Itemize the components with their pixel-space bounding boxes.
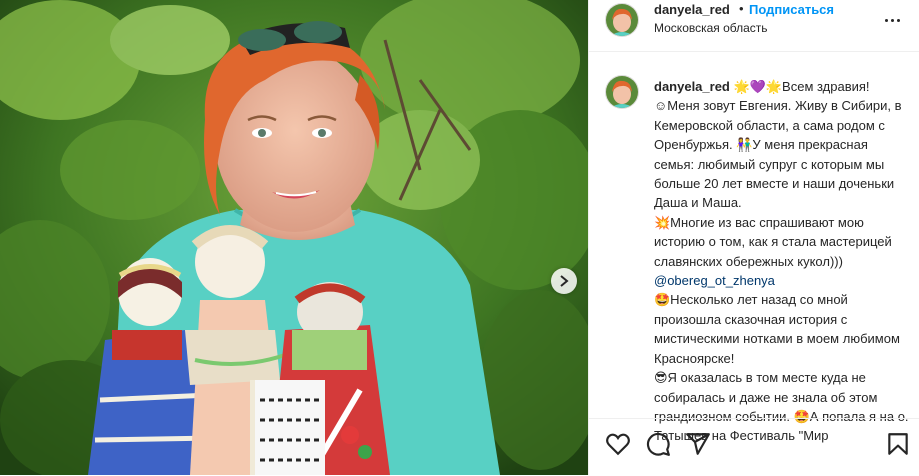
share-icon[interactable] xyxy=(685,431,711,457)
caption-mention-link[interactable]: @obereg_ot_zhenya xyxy=(654,273,775,288)
bookmark-icon[interactable] xyxy=(885,431,911,457)
heart-icon[interactable] xyxy=(605,431,631,457)
post-actions-bar xyxy=(589,418,919,476)
chevron-right-icon xyxy=(560,275,569,287)
caption-text-part1: 🌟💜🌟Всем здравия! ☺Меня зовут Евгения. Жи… xyxy=(654,79,902,269)
comment-icon[interactable] xyxy=(645,431,671,457)
post-location[interactable]: Московская область xyxy=(654,21,768,35)
next-photo-button[interactable] xyxy=(551,268,577,294)
post-username[interactable]: danyela_red xyxy=(654,2,730,17)
caption-username[interactable]: danyela_red xyxy=(654,79,730,94)
avatar-image xyxy=(606,4,638,36)
post-photo[interactable] xyxy=(0,0,588,475)
follow-button[interactable]: Подписаться xyxy=(749,2,834,17)
avatar-image xyxy=(606,76,638,108)
more-options-icon[interactable] xyxy=(885,9,907,22)
post-side-panel: danyela_red • Подписаться Московская обл… xyxy=(588,0,919,475)
caption-avatar[interactable] xyxy=(605,75,639,109)
post-caption: danyela_red 🌟💜🌟Всем здравия! ☺Меня зовут… xyxy=(654,77,910,446)
post-image xyxy=(0,0,588,475)
separator-dot: • xyxy=(739,1,744,16)
avatar[interactable] xyxy=(605,3,639,37)
post-header: danyela_red • Подписаться Московская обл… xyxy=(589,0,919,52)
